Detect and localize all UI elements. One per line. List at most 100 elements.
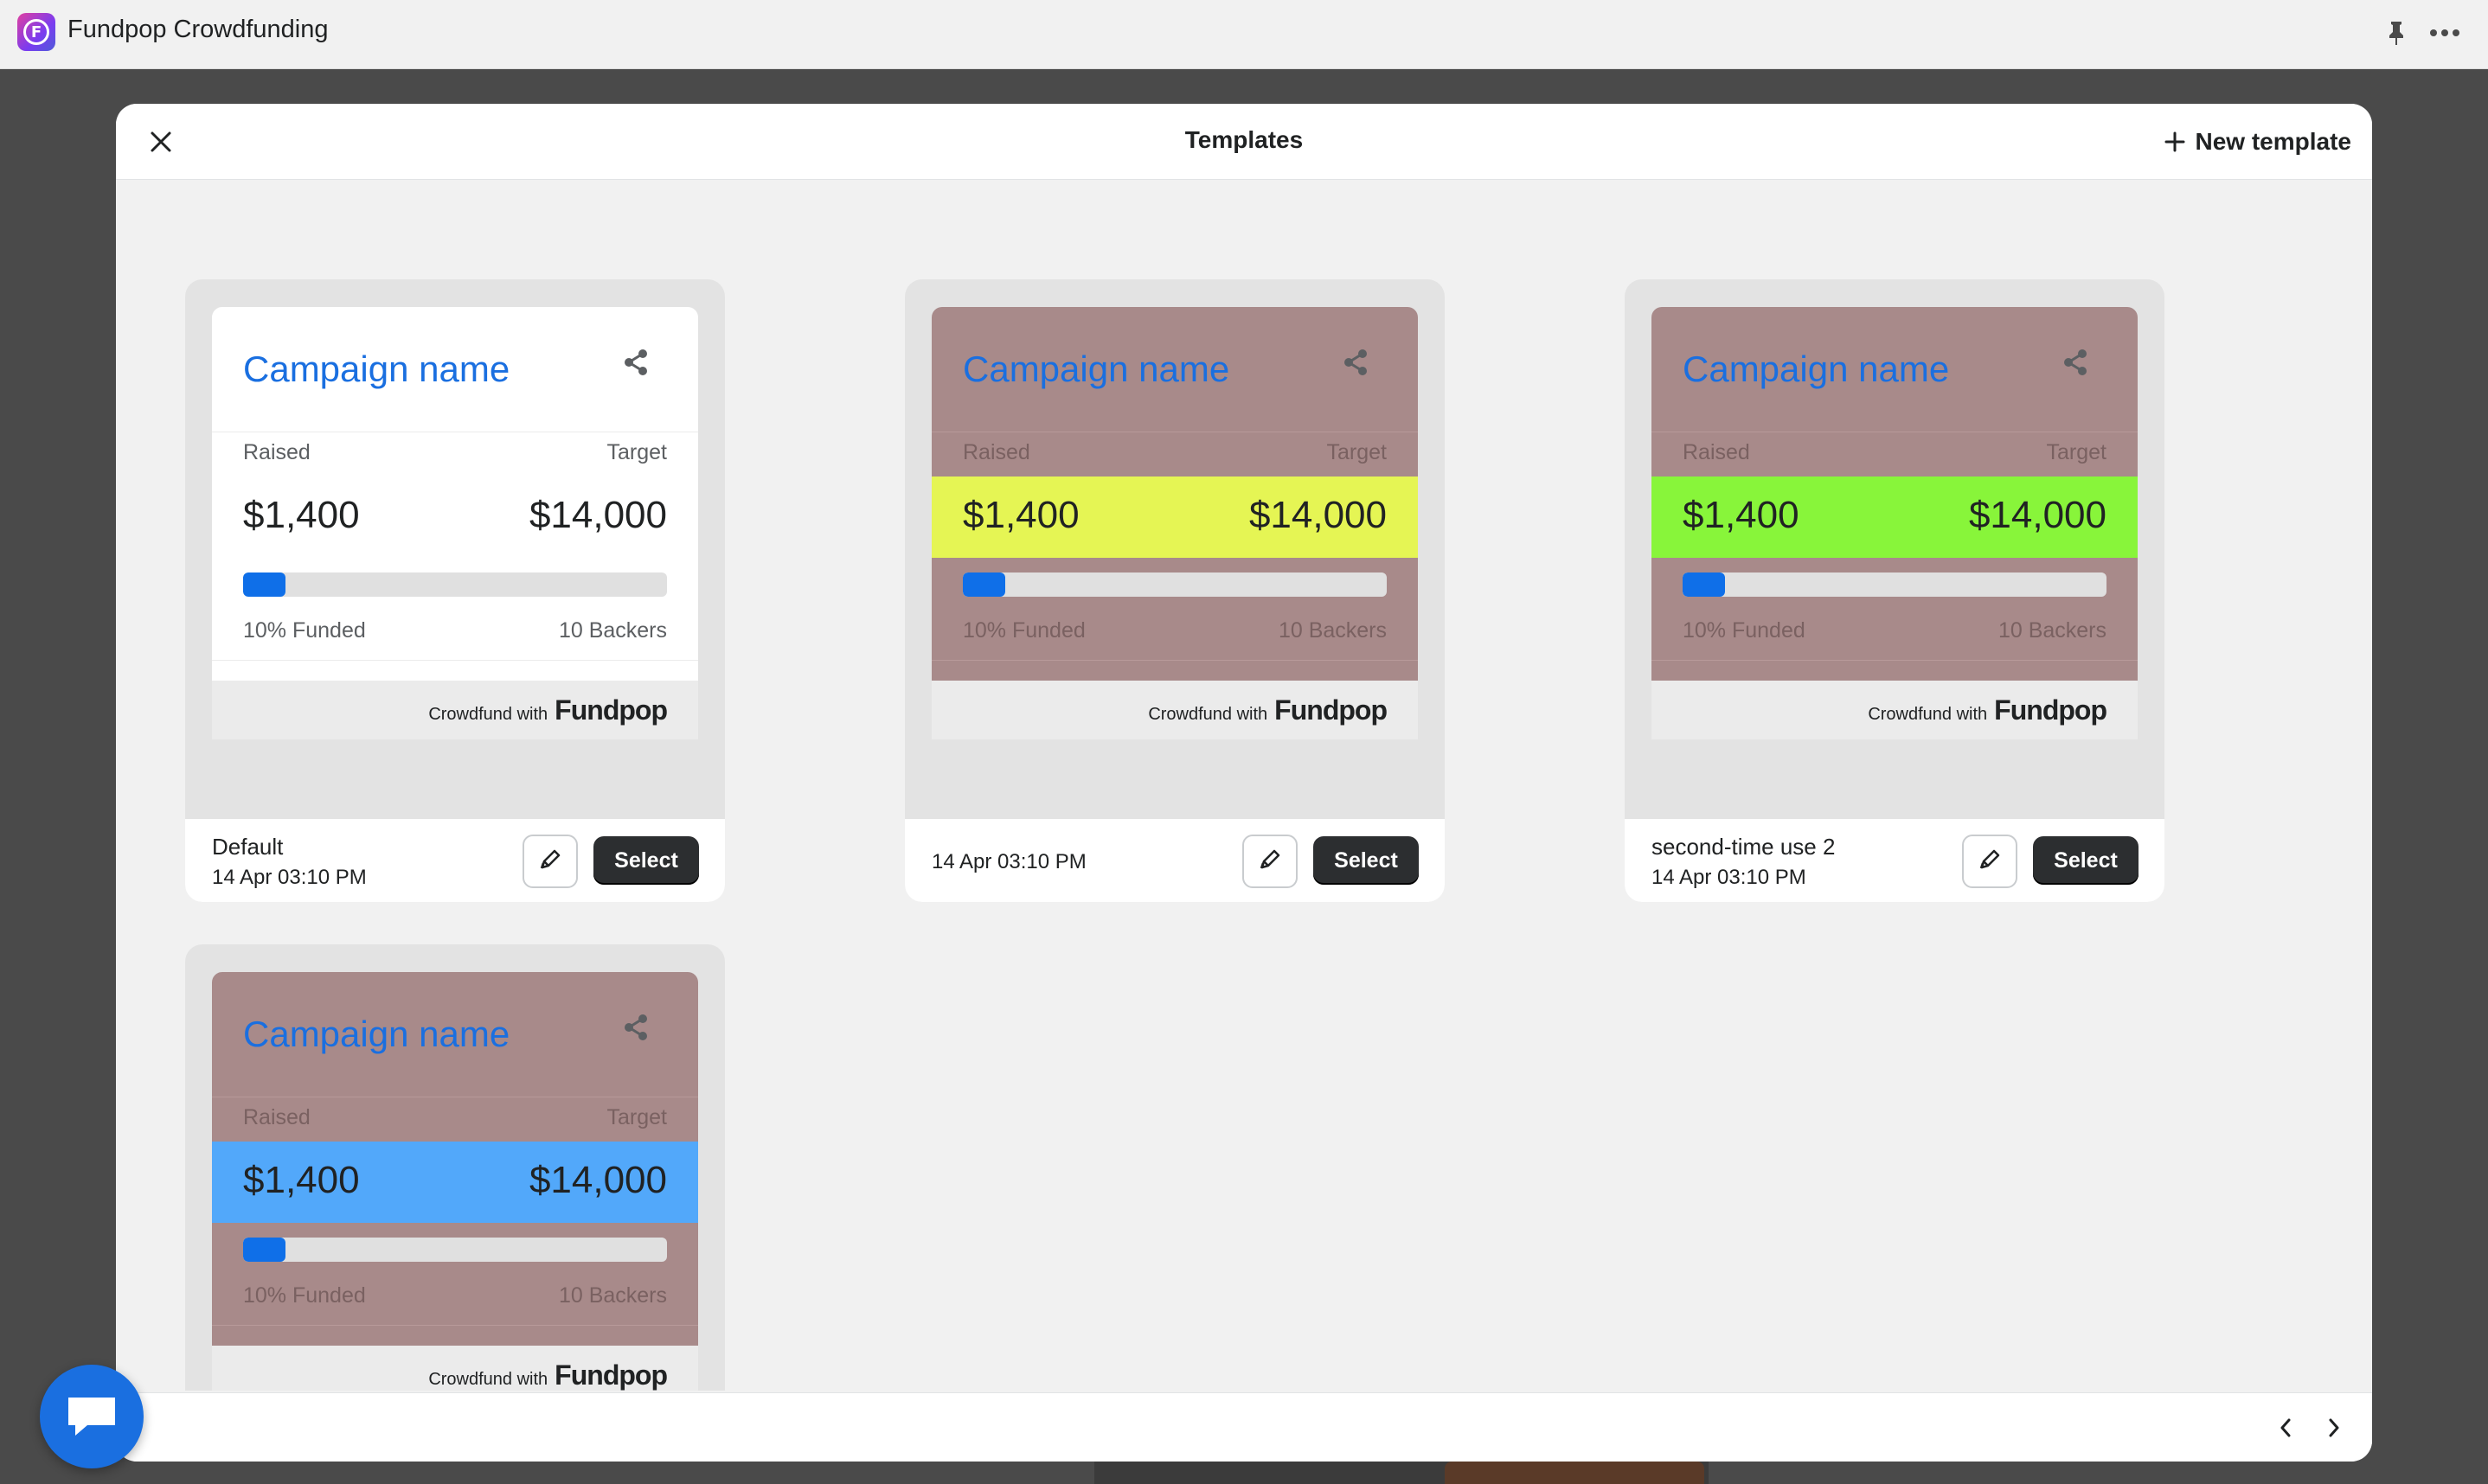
share-icon xyxy=(619,1010,653,1045)
pencil-icon xyxy=(538,848,562,876)
fundpop-brand: Fundpop xyxy=(555,1359,668,1391)
template-date: 14 Apr 03:10 PM xyxy=(932,850,1087,873)
amount-row: $1,400 $14,000 xyxy=(1651,477,2138,558)
campaign-widget-preview: Campaign name Raised Target $1,400 $14,0… xyxy=(212,972,698,1346)
progress-bar-fill xyxy=(1683,572,1725,597)
edit-template-button[interactable] xyxy=(1962,835,2017,888)
progress-bar xyxy=(243,572,667,597)
target-label: Target xyxy=(606,440,667,464)
progress-bar xyxy=(1683,572,2106,597)
divider xyxy=(212,1325,698,1326)
campaign-name: Campaign name xyxy=(963,349,1230,389)
target-label: Target xyxy=(2046,440,2106,464)
powered-by-row: Crowdfund with Fundpop xyxy=(212,1346,698,1391)
previous-page-button[interactable] xyxy=(2268,1410,2303,1445)
divider xyxy=(212,660,698,661)
campaign-name: Campaign name xyxy=(1683,349,1950,389)
powered-by-prefix: Crowdfund with xyxy=(428,1370,548,1389)
edit-template-button[interactable] xyxy=(523,835,578,888)
select-template-button[interactable]: Select xyxy=(1313,836,1419,885)
amount-row: $1,400 $14,000 xyxy=(932,477,1418,558)
raised-label: Raised xyxy=(243,1105,311,1129)
template-card: Campaign name Raised Target $1,400 $14,0… xyxy=(185,279,725,902)
powered-by-row: Crowdfund with Fundpop xyxy=(1651,681,2138,739)
template-date: 14 Apr 03:10 PM xyxy=(1651,866,1806,889)
powered-by-row: Crowdfund with Fundpop xyxy=(932,681,1418,739)
chevron-left-icon xyxy=(2280,1418,2291,1437)
campaign-widget-preview: Campaign name Raised Target $1,400 $14,0… xyxy=(212,307,698,681)
select-template-button[interactable]: Select xyxy=(593,836,699,885)
select-template-button[interactable]: Select xyxy=(2033,836,2139,885)
share-icon xyxy=(2058,345,2093,380)
template-card-footer: 14 Apr 03:10 PM Select xyxy=(905,819,1445,902)
powered-by-row: Crowdfund with Fundpop xyxy=(212,681,698,739)
app-header: F Fundpop Crowdfunding xyxy=(0,0,2488,69)
powered-by-prefix: Crowdfund with xyxy=(1148,705,1268,724)
template-card-footer: second-time use 2 14 Apr 03:10 PM Select xyxy=(1625,819,2164,902)
app-logo: F xyxy=(17,13,55,51)
target-label: Target xyxy=(606,1105,667,1129)
campaign-widget-preview: Campaign name Raised Target $1,400 $14,0… xyxy=(1651,307,2138,681)
funded-label: 10% Funded xyxy=(243,618,366,643)
modal-footer xyxy=(116,1392,2372,1462)
raised-label: Raised xyxy=(243,440,311,464)
pencil-icon xyxy=(1258,848,1282,876)
fundpop-brand: Fundpop xyxy=(1994,694,2107,726)
funded-label: 10% Funded xyxy=(963,618,1086,643)
target-amount: $14,000 xyxy=(529,1159,667,1201)
new-template-button[interactable]: New template xyxy=(2164,121,2352,163)
campaign-name: Campaign name xyxy=(243,349,510,389)
plus-icon xyxy=(2164,131,2184,152)
template-card-footer: Default 14 Apr 03:10 PM Select xyxy=(185,819,725,902)
backers-label: 10 Backers xyxy=(558,618,667,643)
divider xyxy=(932,660,1418,661)
target-amount: $14,000 xyxy=(1248,494,1387,536)
app-logo-letter: F xyxy=(23,19,49,45)
backers-label: 10 Backers xyxy=(558,1283,667,1308)
progress-bar-fill xyxy=(963,572,1005,597)
fundpop-brand: Fundpop xyxy=(1274,694,1388,726)
campaign-widget-preview: Campaign name Raised Target $1,400 $14,0… xyxy=(932,307,1418,681)
chat-launcher-button[interactable] xyxy=(40,1365,144,1468)
progress-bar xyxy=(243,1238,667,1262)
templates-modal: Templates New template Campaign name Rai… xyxy=(116,104,2372,1462)
amount-row: $1,400 $14,000 xyxy=(212,1142,698,1223)
templates-grid: Campaign name Raised Target $1,400 $14,0… xyxy=(116,180,2372,1391)
target-amount: $14,000 xyxy=(1968,494,2106,536)
pin-icon[interactable] xyxy=(2381,17,2412,48)
progress-bar xyxy=(963,572,1387,597)
raised-amount: $1,400 xyxy=(1683,494,1799,536)
target-amount: $14,000 xyxy=(529,494,667,536)
more-horizontal-icon[interactable] xyxy=(2426,17,2464,48)
powered-by-prefix: Crowdfund with xyxy=(428,705,548,724)
template-name: Default xyxy=(212,834,284,860)
new-template-label: New template xyxy=(2195,128,2352,155)
raised-amount: $1,400 xyxy=(243,1159,360,1201)
raised-label: Raised xyxy=(1683,440,1750,464)
powered-by-prefix: Crowdfund with xyxy=(1868,705,1988,724)
amount-row: $1,400 $14,000 xyxy=(212,477,698,558)
modal-header: Templates New template xyxy=(116,104,2372,180)
template-card: Campaign name Raised Target $1,400 $14,0… xyxy=(905,279,1445,902)
pencil-icon xyxy=(1978,848,2002,876)
backers-label: 10 Backers xyxy=(1278,618,1387,643)
progress-bar-fill xyxy=(243,572,285,597)
funded-label: 10% Funded xyxy=(243,1283,366,1308)
raised-amount: $1,400 xyxy=(243,494,360,536)
target-label: Target xyxy=(1326,440,1387,464)
chat-icon xyxy=(68,1398,115,1436)
backers-label: 10 Backers xyxy=(1997,618,2106,643)
template-date: 14 Apr 03:10 PM xyxy=(212,866,367,889)
background-content xyxy=(1094,1462,1709,1484)
raised-label: Raised xyxy=(963,440,1030,464)
template-card: Campaign name Raised Target $1,400 $14,0… xyxy=(1625,279,2164,902)
app-title: Fundpop Crowdfunding xyxy=(67,16,329,43)
template-card: Campaign name Raised Target $1,400 $14,0… xyxy=(185,944,725,1391)
next-page-button[interactable] xyxy=(2317,1410,2351,1445)
share-icon xyxy=(1338,345,1373,380)
template-name: second-time use 2 xyxy=(1651,834,1836,860)
divider xyxy=(1651,660,2138,661)
fundpop-brand: Fundpop xyxy=(555,694,668,726)
progress-bar-fill xyxy=(243,1238,285,1262)
edit-template-button[interactable] xyxy=(1242,835,1298,888)
